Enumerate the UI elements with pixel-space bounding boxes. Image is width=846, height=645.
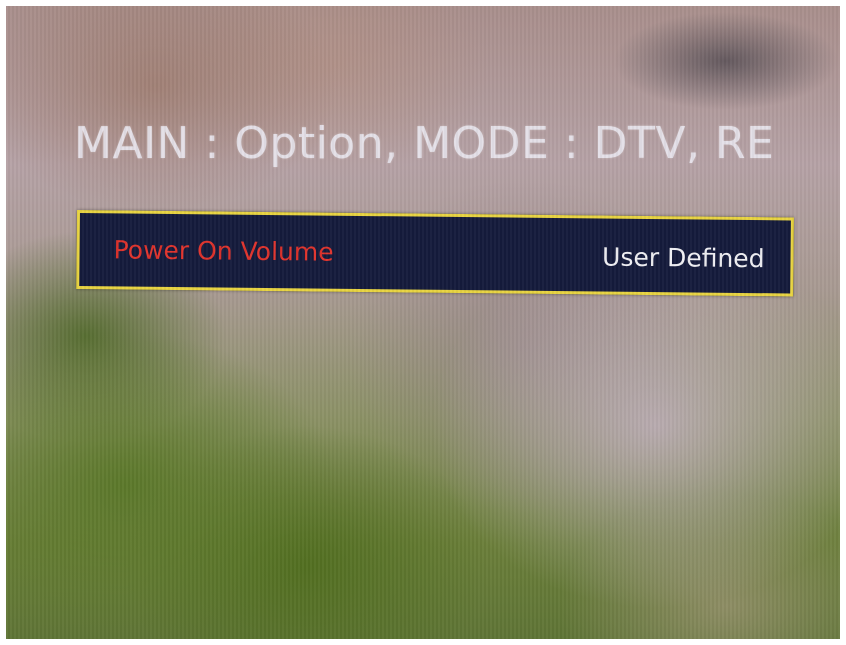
menu-item-power-on-volume[interactable]: Power On Volume User Defined	[76, 210, 794, 297]
menu-item-value: User Defined	[601, 242, 765, 274]
photo-frame: MAIN : Option, MODE : DTV, RE Power On V…	[0, 0, 846, 645]
menu-item-label: Power On Volume	[113, 235, 334, 267]
tv-screen: MAIN : Option, MODE : DTV, RE Power On V…	[6, 6, 840, 639]
menu-breadcrumb: MAIN : Option, MODE : DTV, RE	[74, 118, 775, 169]
